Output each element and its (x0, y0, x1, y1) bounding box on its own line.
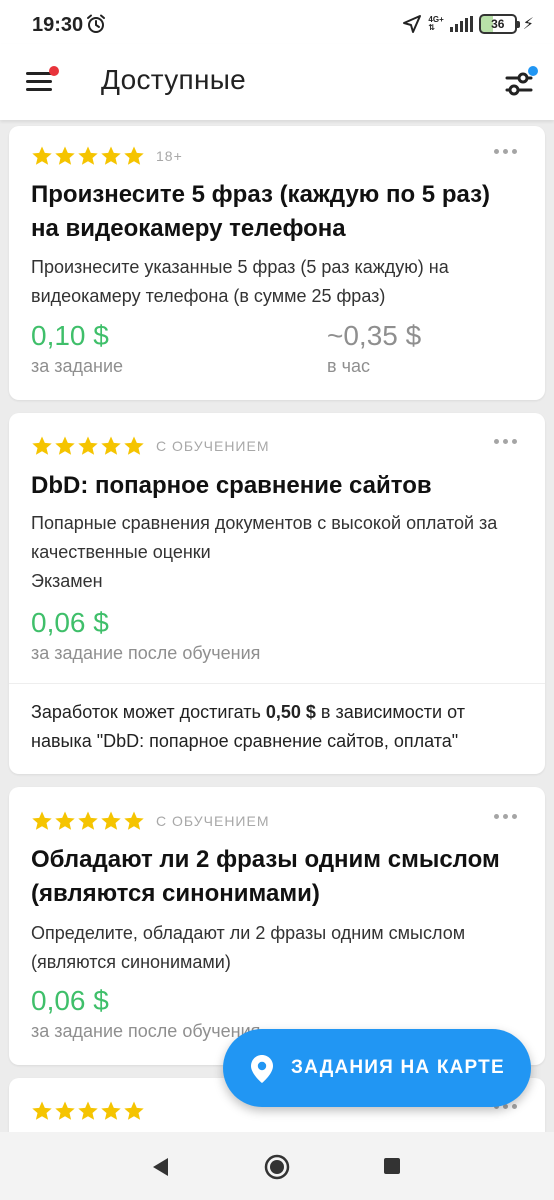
battery-icon: 36 (478, 14, 520, 34)
task-price: 0,10 $ (31, 320, 109, 351)
back-icon[interactable] (150, 1156, 170, 1178)
star-icon (101, 146, 121, 165)
task-description: Произнесите указанные 5 фраз (5 раз кажд… (31, 257, 449, 306)
charging-icon: ⚡ (522, 16, 534, 33)
status-time: 19:30 (32, 14, 84, 36)
task-title: Обладают ли 2 фразы одним смыслом (являю… (31, 846, 500, 907)
task-title: Произнесите 5 фраз (каждую по 5 раз) на … (31, 181, 491, 242)
home-icon[interactable] (264, 1154, 290, 1180)
rating-stars (31, 435, 145, 457)
training-badge: С ОБУЧЕНИЕМ (156, 813, 270, 829)
training-badge: С ОБУЧЕНИЕМ (156, 438, 270, 454)
map-tasks-label: ЗАДАНИЯ НА КАРТЕ (291, 1057, 505, 1078)
system-nav-bar (0, 1132, 554, 1200)
star-icon (78, 811, 98, 830)
filter-button[interactable] (504, 66, 538, 100)
battery-level: 36 (491, 17, 505, 31)
star-icon (124, 811, 144, 830)
task-description: Определите, обладают ли 2 фразы одним см… (31, 923, 466, 972)
star-icon (78, 1101, 98, 1120)
recents-icon[interactable] (384, 1158, 400, 1174)
star-icon (124, 1101, 144, 1120)
filter-icon (505, 66, 538, 96)
star-icon (32, 436, 52, 455)
hourly-rate: ~0,35 $ (327, 320, 422, 351)
task-description: Попарные сравнения документов с высокой … (31, 513, 498, 562)
age-badge: 18+ (156, 148, 183, 164)
more-options-button[interactable] (489, 144, 521, 158)
rating-stars (31, 1100, 145, 1122)
task-price: 0,06 $ (31, 985, 109, 1016)
menu-button[interactable] (24, 66, 59, 96)
notification-dot (49, 66, 59, 76)
star-icon (101, 436, 121, 455)
earnings-prefix: Заработок может достигать (31, 702, 266, 722)
star-icon (101, 811, 121, 830)
star-icon (55, 146, 75, 165)
price-label: за задание после обучения (31, 643, 261, 663)
star-icon (124, 146, 144, 165)
star-icon (78, 146, 98, 165)
task-card[interactable]: С ОБУЧЕНИЕМ DbD: попарное сравнение сайт… (9, 413, 545, 774)
map-pin-icon (251, 1055, 273, 1083)
alarm-icon (86, 14, 106, 39)
task-card[interactable]: С ОБУЧЕНИЕМ Обладают ли 2 фразы одним см… (9, 787, 545, 1065)
page-title: Доступные (101, 64, 247, 95)
star-icon (55, 811, 75, 830)
more-options-button[interactable] (489, 434, 521, 448)
star-icon (55, 1101, 75, 1120)
location-icon (403, 15, 422, 33)
divider (9, 683, 545, 684)
more-options-button[interactable] (489, 809, 521, 823)
earnings-amount: 0,50 $ (265, 702, 316, 722)
task-card[interactable]: 18+ Произнесите 5 фраз (каждую по 5 раз)… (9, 126, 545, 400)
hourly-rate-label: в час (327, 356, 370, 376)
price-label: за задание (31, 356, 124, 376)
rating-stars (31, 145, 145, 167)
task-exam-label: Экзамен (31, 571, 103, 591)
star-icon (78, 436, 98, 455)
status-icons: 4G+ ⇅ 36 ⚡ (402, 13, 534, 35)
star-icon (101, 1101, 121, 1120)
star-icon (124, 436, 144, 455)
star-icon (32, 1101, 52, 1120)
star-icon (32, 146, 52, 165)
app-bar: Доступные (0, 44, 554, 120)
data-arrows-icon: ⇅ (428, 23, 436, 32)
status-bar: 19:30 4G+ ⇅ 36 ⚡ (0, 0, 554, 44)
network-type: 4G+ ⇅ (428, 16, 443, 32)
rating-stars (31, 810, 145, 832)
earnings-note: Заработок может достигать 0,50 $ в завис… (31, 698, 529, 756)
signal-icon (449, 16, 473, 32)
task-price: 0,06 $ (31, 607, 109, 638)
star-icon (55, 436, 75, 455)
price-label: за задание после обучения (31, 1021, 261, 1041)
task-title: DbD: попарное сравнение сайтов (31, 472, 432, 499)
star-icon (32, 811, 52, 830)
map-tasks-button[interactable]: ЗАДАНИЯ НА КАРТЕ (223, 1029, 531, 1107)
